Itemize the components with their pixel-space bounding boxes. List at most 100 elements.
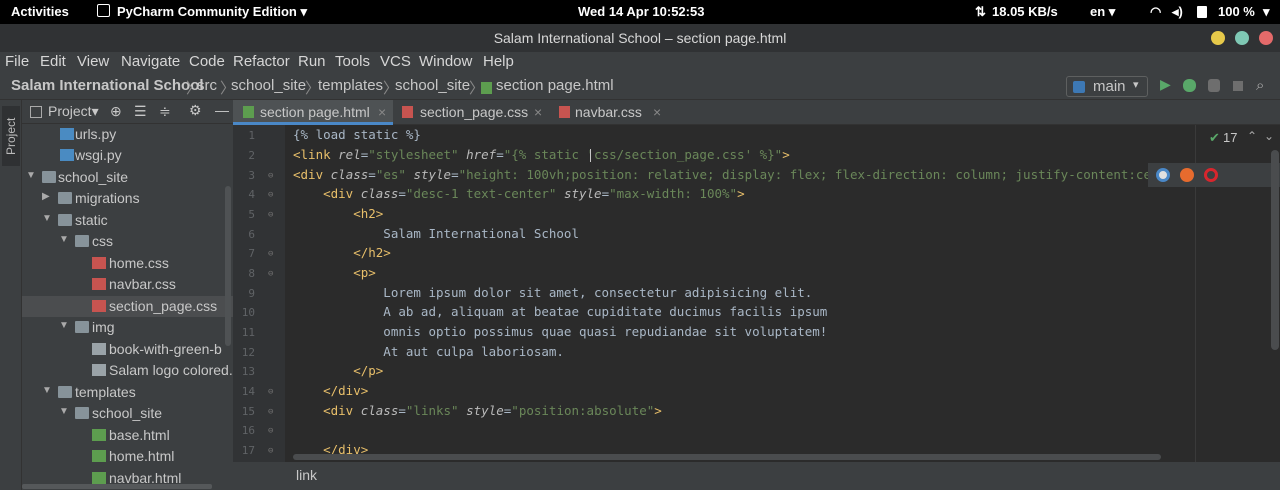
chevron-down-icon[interactable]: ▼ bbox=[26, 170, 36, 181]
menu-view[interactable]: View bbox=[77, 53, 109, 70]
tree-folder-migrations[interactable]: ▶ migrations bbox=[22, 188, 233, 209]
app-menu-button[interactable]: PyCharm Community Edition ▾ bbox=[117, 4, 307, 20]
chevron-down-icon[interactable]: ▼ bbox=[59, 234, 69, 245]
coverage-icon[interactable] bbox=[1208, 79, 1220, 92]
chevron-down-icon[interactable]: ▼ bbox=[59, 406, 69, 417]
menu-run[interactable]: Run bbox=[298, 53, 326, 70]
clock[interactable]: Wed 14 Apr 10:52:53 bbox=[578, 4, 704, 19]
close-icon[interactable]: × bbox=[534, 100, 542, 124]
app-name: PyCharm Community Edition bbox=[117, 4, 297, 19]
close-button[interactable] bbox=[1259, 31, 1273, 45]
code-editor[interactable]: {% load static %} <link rel = "stylesheet"… bbox=[285, 125, 1195, 462]
fold-marker-icon[interactable]: ⊖ bbox=[268, 446, 273, 456]
debug-icon[interactable] bbox=[1183, 79, 1196, 92]
tree-item-section-page-css[interactable]: section_page.css bbox=[22, 296, 233, 317]
tab-section-page-html[interactable]: section page.html × bbox=[233, 100, 393, 125]
breadcrumb-current-file[interactable]: section page.html bbox=[496, 77, 614, 94]
line-number: 17 bbox=[241, 444, 255, 457]
locate-icon[interactable]: ⊕ bbox=[110, 103, 122, 120]
editor-vertical-scrollbar[interactable] bbox=[1271, 150, 1279, 350]
tree-item-home-css[interactable]: home.css bbox=[22, 253, 233, 274]
attr-name: rel bbox=[338, 147, 361, 162]
expand-all-icon[interactable]: ☰ bbox=[134, 103, 147, 120]
run-icon[interactable]: ▶ bbox=[1160, 76, 1171, 93]
project-tool-window-tab[interactable]: Project bbox=[2, 106, 20, 166]
menu-file[interactable]: File bbox=[5, 53, 29, 70]
chevron-right-icon[interactable]: ▶ bbox=[42, 191, 50, 202]
close-icon[interactable]: × bbox=[378, 100, 386, 124]
gear-icon[interactable]: ⚙ bbox=[189, 102, 202, 119]
chevron-down-icon[interactable]: ⌄ bbox=[1264, 129, 1274, 143]
tree-item-navbar-css[interactable]: navbar.css bbox=[22, 274, 233, 295]
stop-icon[interactable] bbox=[1233, 81, 1243, 91]
fold-marker-icon[interactable]: ⊖ bbox=[268, 171, 273, 181]
breadcrumb-project[interactable]: Salam International School bbox=[11, 77, 204, 94]
menu-navigate[interactable]: Navigate bbox=[121, 53, 180, 70]
fold-marker-icon[interactable]: ⊖ bbox=[268, 387, 273, 397]
tab-navbar-css[interactable]: navbar.css × bbox=[553, 100, 663, 125]
language-indicator[interactable]: en ▾ bbox=[1090, 4, 1115, 20]
tree-folder-img[interactable]: ▼ img bbox=[22, 317, 233, 338]
system-menu-chevron-icon[interactable]: ▾ bbox=[1263, 4, 1270, 20]
breadcrumb-src[interactable]: src bbox=[197, 77, 217, 94]
chevron-down-icon[interactable]: ▼ bbox=[59, 320, 69, 331]
attr-value: "desc-1 text-center" bbox=[405, 186, 557, 201]
html-file-icon bbox=[92, 450, 106, 462]
attr-name: href bbox=[466, 147, 497, 162]
code-line-13: </p> bbox=[293, 363, 384, 378]
python-file-icon bbox=[60, 149, 74, 161]
panel-vertical-scrollbar[interactable] bbox=[225, 186, 231, 346]
hide-panel-icon[interactable]: — bbox=[215, 102, 229, 118]
fold-marker-icon[interactable]: ⊖ bbox=[268, 269, 273, 279]
firefox-icon[interactable] bbox=[1180, 168, 1194, 182]
chevron-down-icon[interactable]: ▼ bbox=[42, 385, 52, 396]
tree-item-urls-py[interactable]: urls.py bbox=[22, 124, 233, 145]
fold-marker-icon[interactable]: ⊖ bbox=[268, 426, 273, 436]
chevron-up-icon[interactable]: ⌃ bbox=[1247, 129, 1257, 143]
tree-item-logo-image[interactable]: Salam logo colored.s bbox=[22, 360, 233, 381]
activities-button[interactable]: Activities bbox=[11, 4, 69, 19]
tree-item-home-html[interactable]: home.html bbox=[22, 446, 233, 467]
menu-code[interactable]: Code bbox=[189, 53, 225, 70]
context-breadcrumb[interactable]: link bbox=[296, 467, 317, 483]
menu-refactor[interactable]: Refactor bbox=[233, 53, 290, 70]
fold-marker-icon[interactable]: ⊖ bbox=[268, 210, 273, 220]
tree-folder-templates[interactable]: ▼ templates bbox=[22, 382, 233, 403]
tree-folder-css[interactable]: ▼ css bbox=[22, 231, 233, 252]
tree-folder-static[interactable]: ▼ static bbox=[22, 210, 233, 231]
breadcrumb-templates[interactable]: templates bbox=[318, 77, 383, 94]
attr-name: style bbox=[466, 403, 504, 418]
collapse-all-icon[interactable]: ≑ bbox=[159, 103, 171, 120]
equals: = bbox=[496, 147, 504, 162]
breadcrumb-school-site[interactable]: school_site bbox=[231, 77, 306, 94]
inspection-count[interactable]: 17 bbox=[1223, 130, 1237, 145]
breadcrumb-school-site-2[interactable]: school_site bbox=[395, 77, 470, 94]
opera-icon[interactable] bbox=[1204, 168, 1218, 182]
project-view-selector[interactable]: Project▾ bbox=[48, 103, 99, 120]
chevron-down-icon[interactable]: ▼ bbox=[42, 213, 52, 224]
tab-section-page-css[interactable]: section_page.css × bbox=[396, 100, 546, 125]
close-icon[interactable]: × bbox=[653, 100, 661, 124]
maximize-button[interactable] bbox=[1235, 31, 1249, 45]
menu-tools[interactable]: Tools bbox=[335, 53, 370, 70]
panel-horizontal-scrollbar[interactable] bbox=[22, 484, 212, 489]
tree-folder-school-site[interactable]: ▼ school_site bbox=[22, 167, 233, 188]
tree-item-label: migrations bbox=[75, 190, 140, 206]
fold-marker-icon[interactable]: ⊖ bbox=[268, 249, 273, 259]
fold-marker-icon[interactable]: ⊖ bbox=[268, 407, 273, 417]
chrome-icon[interactable] bbox=[1156, 168, 1170, 182]
tree-folder-templates-school-site[interactable]: ▼ school_site bbox=[22, 403, 233, 424]
menu-vcs[interactable]: VCS bbox=[380, 53, 411, 70]
run-config-selector[interactable]: main ▾ bbox=[1066, 76, 1148, 97]
menu-window[interactable]: Window bbox=[419, 53, 472, 70]
menu-help[interactable]: Help bbox=[483, 53, 514, 70]
search-icon[interactable]: ⌕ bbox=[1256, 77, 1264, 94]
tree-item-base-html[interactable]: base.html bbox=[22, 425, 233, 446]
editor-horizontal-scrollbar[interactable] bbox=[293, 454, 1161, 460]
html-tag: > bbox=[654, 403, 662, 418]
fold-marker-icon[interactable]: ⊖ bbox=[268, 190, 273, 200]
minimize-button[interactable] bbox=[1211, 31, 1225, 45]
menu-edit[interactable]: Edit bbox=[40, 53, 66, 70]
tree-item-book-image[interactable]: book-with-green-b bbox=[22, 339, 233, 360]
tree-item-wsgi-py[interactable]: wsgi.py bbox=[22, 145, 233, 166]
